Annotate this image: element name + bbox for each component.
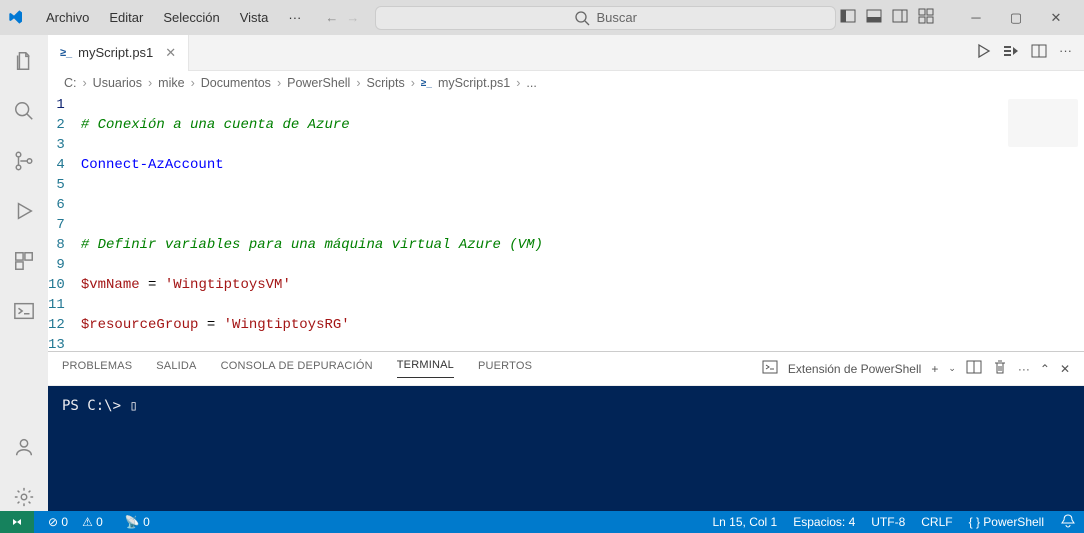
status-bar: ⊘ 0 ⚠ 0 📡 0 Ln 15, Col 1 Espacios: 4 UTF… — [0, 511, 1084, 533]
command-center-search[interactable]: Buscar — [375, 6, 836, 30]
extensions-icon[interactable] — [10, 247, 38, 275]
powershell-file-icon: ≥_ — [421, 78, 432, 89]
line-gutter: 12345678910111213 — [48, 95, 81, 351]
code-editor[interactable]: 12345678910111213 # Conexión a una cuent… — [48, 95, 1084, 351]
menu-seleccion[interactable]: Selección — [155, 6, 227, 29]
accounts-icon[interactable] — [10, 433, 38, 461]
powershell-file-icon: ≥_ — [60, 47, 72, 59]
bc-more: ... — [526, 76, 536, 90]
run-selection-icon[interactable] — [1003, 43, 1019, 62]
status-spaces[interactable]: Espacios: 4 — [793, 515, 855, 529]
powershell-activity-icon[interactable] — [10, 297, 38, 325]
editor-area: ≥_ myScript.ps1 ✕ ··· C:› Usuarios› mike… — [48, 35, 1084, 511]
nav-forward-icon[interactable]: → — [346, 10, 359, 25]
bc-p5: Scripts — [367, 76, 405, 90]
main-area: ≥_ myScript.ps1 ✕ ··· C:› Usuarios› mike… — [0, 35, 1084, 511]
status-lang[interactable]: { } PowerShell — [969, 515, 1044, 529]
status-lncol[interactable]: Ln 15, Col 1 — [713, 515, 778, 529]
editor-tabs: ≥_ myScript.ps1 ✕ ··· — [48, 35, 1084, 71]
bc-p4: PowerShell — [287, 76, 350, 90]
menu-more[interactable]: ··· — [280, 6, 309, 29]
window-minimize-button[interactable]: ─ — [956, 3, 996, 33]
search-placeholder: Buscar — [596, 10, 636, 25]
search-activity-icon[interactable] — [10, 97, 38, 125]
breadcrumbs[interactable]: C:› Usuarios› mike› Documentos› PowerShe… — [48, 71, 1084, 95]
tab-close-icon[interactable]: ✕ — [165, 45, 176, 61]
panel-tab-terminal[interactable]: TERMINAL — [397, 359, 454, 378]
minimap[interactable] — [1008, 99, 1078, 147]
source-control-icon[interactable] — [10, 147, 38, 175]
maximize-panel-icon[interactable]: ⌃ — [1040, 362, 1050, 376]
settings-gear-icon[interactable] — [10, 483, 38, 511]
terminal-shell-label[interactable]: Extensión de PowerShell — [788, 362, 921, 376]
status-ports[interactable]: 📡 0 — [125, 515, 150, 529]
menu-vista[interactable]: Vista — [232, 6, 277, 29]
status-errors[interactable]: ⊘ 0 — [48, 515, 68, 529]
status-encoding[interactable]: UTF-8 — [871, 515, 905, 529]
window-close-button[interactable]: ✕ — [1036, 3, 1076, 33]
panel-tab-problemas[interactable]: PROBLEMAS — [62, 360, 132, 378]
code-content[interactable]: # Conexión a una cuenta de Azure Connect… — [81, 95, 1084, 351]
vscode-logo-icon — [8, 9, 26, 27]
layout-left-icon[interactable] — [840, 8, 856, 27]
notifications-bell-icon[interactable] — [1060, 513, 1076, 532]
split-terminal-icon[interactable] — [966, 359, 982, 378]
explorer-icon[interactable] — [10, 47, 38, 75]
terminal[interactable]: PS C:\> ▯ — [48, 386, 1084, 511]
bc-p1: Usuarios — [93, 76, 142, 90]
panel-tab-salida[interactable]: SALIDA — [156, 360, 196, 378]
terminal-shell-icon — [762, 359, 778, 378]
tab-myscript[interactable]: ≥_ myScript.ps1 ✕ — [48, 35, 189, 71]
terminal-dropdown-icon[interactable]: ⌄ — [948, 363, 956, 374]
nav-back-icon[interactable]: ← — [325, 10, 338, 25]
layout-customize-icon[interactable] — [918, 8, 934, 27]
new-terminal-icon[interactable]: + — [931, 362, 938, 376]
window-maximize-button[interactable]: ▢ — [996, 3, 1036, 33]
layout-right-icon[interactable] — [892, 8, 908, 27]
menu-archivo[interactable]: Archivo — [38, 6, 97, 29]
panel-tab-puertos[interactable]: PUERTOS — [478, 360, 532, 378]
panel-tabs: PROBLEMAS SALIDA CONSOLA DE DEPURACIÓN T… — [48, 352, 1084, 386]
status-warnings[interactable]: ⚠ 0 — [82, 515, 103, 529]
bc-file: myScript.ps1 — [438, 76, 510, 90]
search-icon — [574, 10, 590, 26]
tab-filename: myScript.ps1 — [78, 45, 153, 60]
close-panel-icon[interactable]: ✕ — [1060, 362, 1070, 376]
terminal-prompt: PS C:\> ▯ — [62, 398, 138, 414]
title-bar: Archivo Editar Selección Vista ··· ← → B… — [0, 0, 1084, 35]
bc-p3: Documentos — [201, 76, 271, 90]
status-eol[interactable]: CRLF — [921, 515, 952, 529]
split-editor-icon[interactable] — [1031, 43, 1047, 62]
editor-more-icon[interactable]: ··· — [1059, 43, 1072, 62]
layout-bottom-icon[interactable] — [866, 8, 882, 27]
run-icon[interactable] — [975, 43, 991, 62]
panel-tab-consola[interactable]: CONSOLA DE DEPURACIÓN — [221, 360, 373, 378]
activity-bar — [0, 35, 48, 511]
bc-p2: mike — [158, 76, 184, 90]
menu-editar[interactable]: Editar — [101, 6, 151, 29]
bottom-panel: PROBLEMAS SALIDA CONSOLA DE DEPURACIÓN T… — [48, 351, 1084, 511]
run-debug-icon[interactable] — [10, 197, 38, 225]
kill-terminal-icon[interactable] — [992, 359, 1008, 378]
panel-more-icon[interactable]: ··· — [1018, 362, 1030, 376]
bc-drive: C: — [64, 76, 77, 90]
remote-indicator[interactable] — [0, 511, 34, 533]
